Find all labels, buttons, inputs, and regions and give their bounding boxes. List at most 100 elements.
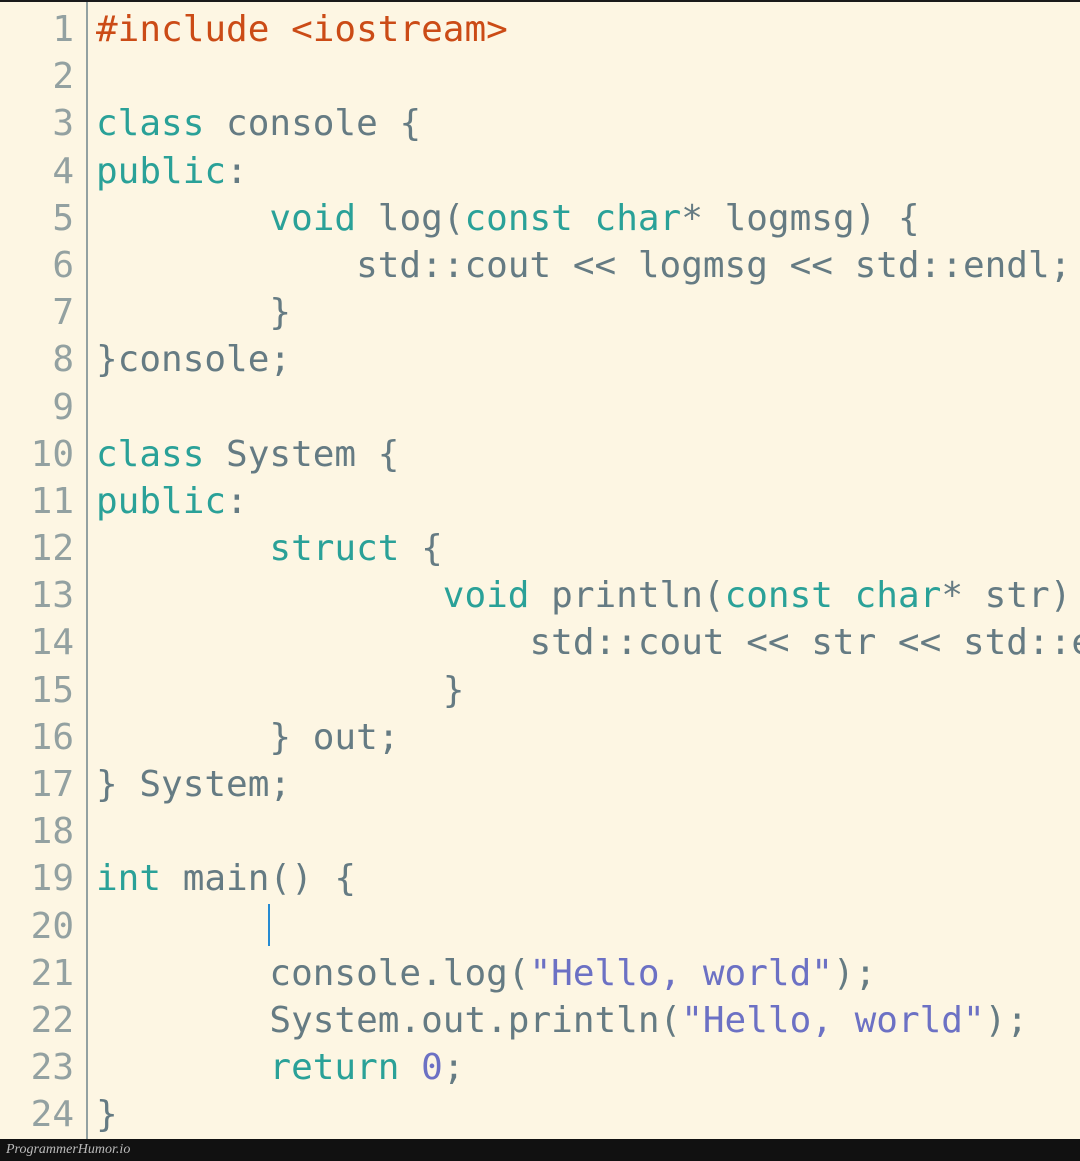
code-line[interactable]: public: xyxy=(96,478,1080,525)
code-line[interactable]: class console { xyxy=(96,100,1080,147)
code-line[interactable]: int main() { xyxy=(96,855,1080,902)
code-line[interactable]: void log(const char* logmsg) { xyxy=(96,195,1080,242)
code-line[interactable]: #include <iostream> xyxy=(96,6,1080,53)
code-token: System.out.println( xyxy=(96,1000,681,1041)
line-number: 21 xyxy=(0,950,86,997)
line-number: 16 xyxy=(0,714,86,761)
code-token: 0 xyxy=(421,1047,443,1088)
line-number: 7 xyxy=(0,289,86,336)
text-cursor xyxy=(268,904,270,946)
code-line[interactable]: }console; xyxy=(96,336,1080,383)
line-number: 12 xyxy=(0,525,86,572)
line-number: 3 xyxy=(0,100,86,147)
code-token: "Hello, world" xyxy=(529,953,832,994)
line-number-gutter: 123456789101112131415161718192021222324 xyxy=(0,2,88,1139)
code-token: log( xyxy=(356,198,464,239)
code-token: public xyxy=(96,151,226,192)
code-line[interactable]: class System { xyxy=(96,431,1080,478)
code-token: }console; xyxy=(96,339,291,380)
code-token: main() { xyxy=(161,858,356,899)
code-line[interactable]: void println(const char* str) { xyxy=(96,572,1080,619)
code-token: #include <iostream> xyxy=(96,9,508,50)
code-token: * str) { xyxy=(941,575,1080,616)
code-token: println( xyxy=(529,575,724,616)
line-number: 9 xyxy=(0,384,86,431)
code-token: class xyxy=(96,434,204,475)
line-number: 13 xyxy=(0,572,86,619)
code-token: std::cout << str << std::endl; xyxy=(96,622,1080,663)
code-line[interactable]: std::cout << str << std::endl; xyxy=(96,619,1080,666)
line-number: 23 xyxy=(0,1044,86,1091)
code-token: ); xyxy=(985,1000,1028,1041)
code-token: std::cout << logmsg << std::endl; xyxy=(96,245,1071,286)
code-token: struct xyxy=(269,528,399,569)
code-line[interactable]: public: xyxy=(96,148,1080,195)
code-token: console.log( xyxy=(96,953,529,994)
code-line[interactable]: console.log("Hello, world"); xyxy=(96,950,1080,997)
code-token: char xyxy=(855,575,942,616)
line-number: 20 xyxy=(0,903,86,950)
code-token: } out; xyxy=(96,717,399,758)
code-token: * logmsg) { xyxy=(681,198,919,239)
line-number: 15 xyxy=(0,667,86,714)
code-line[interactable] xyxy=(96,808,1080,855)
line-number: 6 xyxy=(0,242,86,289)
line-number: 10 xyxy=(0,431,86,478)
code-token xyxy=(833,575,855,616)
code-token: ; xyxy=(443,1047,465,1088)
code-token: { xyxy=(399,528,442,569)
code-token: public xyxy=(96,481,226,522)
line-number: 18 xyxy=(0,808,86,855)
code-token: } System; xyxy=(96,764,291,805)
code-token: System { xyxy=(204,434,399,475)
code-token: char xyxy=(595,198,682,239)
code-token: return xyxy=(269,1047,399,1088)
line-number: 19 xyxy=(0,855,86,902)
code-token xyxy=(96,198,269,239)
code-line[interactable] xyxy=(96,903,1080,950)
line-number: 2 xyxy=(0,53,86,100)
code-token: } xyxy=(96,670,464,711)
code-area[interactable]: #include <iostream>class console {public… xyxy=(88,2,1080,1139)
code-token: ); xyxy=(833,953,876,994)
code-line[interactable]: } xyxy=(96,667,1080,714)
code-line[interactable]: std::cout << logmsg << std::endl; xyxy=(96,242,1080,289)
code-line[interactable]: struct { xyxy=(96,525,1080,572)
code-token xyxy=(96,1047,269,1088)
code-line[interactable]: } System; xyxy=(96,761,1080,808)
code-token: class xyxy=(96,103,204,144)
line-number: 22 xyxy=(0,997,86,1044)
code-line[interactable]: return 0; xyxy=(96,1044,1080,1091)
line-number: 1 xyxy=(0,6,86,53)
code-token: const xyxy=(464,198,572,239)
code-token: : xyxy=(226,151,248,192)
code-token: console { xyxy=(204,103,421,144)
code-token xyxy=(96,528,269,569)
code-line[interactable] xyxy=(96,384,1080,431)
code-token: void xyxy=(269,198,356,239)
code-token xyxy=(96,575,443,616)
watermark-footer: ProgrammerHumor.io xyxy=(0,1139,1080,1161)
code-token: void xyxy=(443,575,530,616)
code-token: int xyxy=(96,858,161,899)
code-token: } xyxy=(96,1094,118,1135)
code-token: const xyxy=(725,575,833,616)
line-number: 8 xyxy=(0,336,86,383)
line-number: 4 xyxy=(0,148,86,195)
watermark-text: ProgrammerHumor.io xyxy=(6,1142,130,1157)
code-token xyxy=(573,198,595,239)
code-line[interactable]: System.out.println("Hello, world"); xyxy=(96,997,1080,1044)
code-line[interactable]: } xyxy=(96,1091,1080,1138)
code-editor[interactable]: 123456789101112131415161718192021222324 … xyxy=(0,0,1080,1139)
code-token: } xyxy=(96,292,291,333)
line-number: 11 xyxy=(0,478,86,525)
code-line[interactable]: } out; xyxy=(96,714,1080,761)
line-number: 24 xyxy=(0,1091,86,1138)
line-number: 14 xyxy=(0,619,86,666)
code-token: : xyxy=(226,481,248,522)
line-number: 5 xyxy=(0,195,86,242)
code-line[interactable] xyxy=(96,53,1080,100)
line-number: 17 xyxy=(0,761,86,808)
code-line[interactable]: } xyxy=(96,289,1080,336)
code-token: "Hello, world" xyxy=(681,1000,984,1041)
